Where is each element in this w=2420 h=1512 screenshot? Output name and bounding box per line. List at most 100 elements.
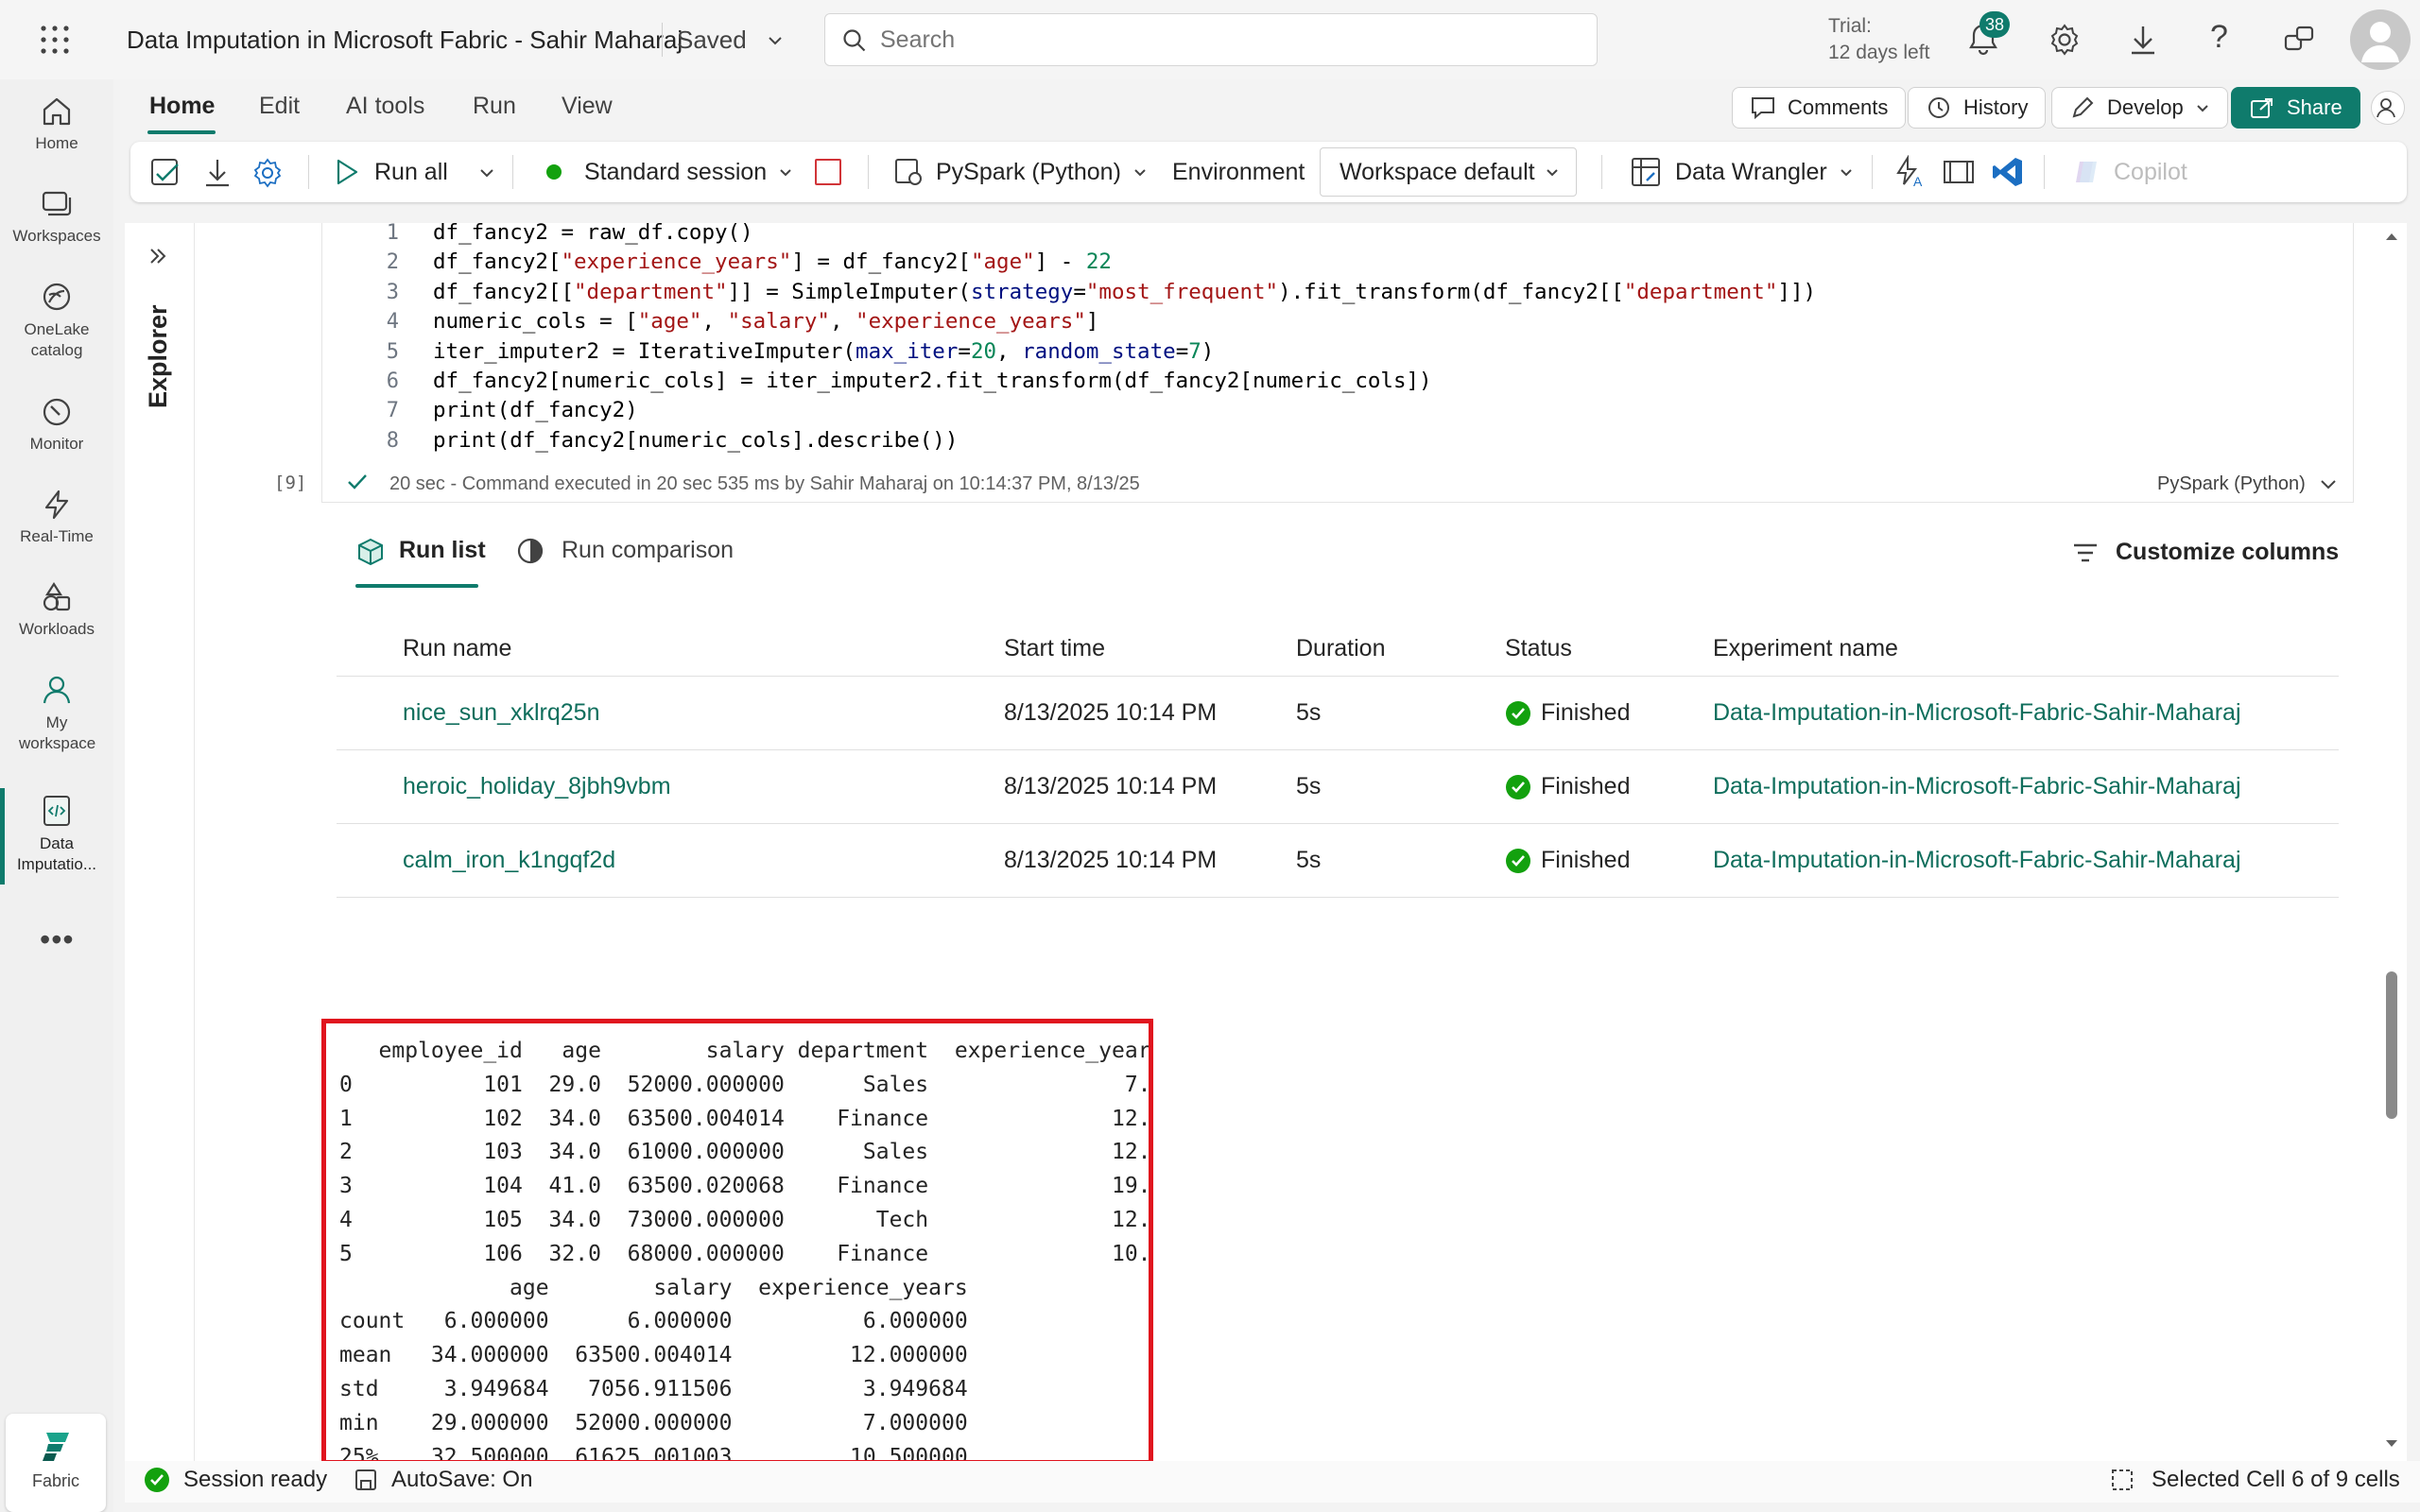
status: Finished (1505, 847, 1631, 874)
tab-run-list[interactable]: Run list (355, 537, 486, 590)
expand-chevrons-icon[interactable] (146, 244, 170, 268)
tab-run[interactable]: Run (473, 93, 516, 120)
code-line[interactable]: df_fancy2[["department"]] = SimpleImpute… (433, 280, 1816, 304)
experiment-link[interactable]: Data-Imputation-in-Microsoft-Fabric-Sahi… (1713, 773, 2241, 800)
download-icon[interactable] (202, 157, 233, 189)
line-number: 1 (386, 221, 399, 245)
home-icon (43, 97, 71, 126)
language-selector[interactable]: PySpark (Python) (892, 142, 1148, 202)
customize-columns-button[interactable]: Customize columns (2072, 539, 2339, 566)
saved-status[interactable]: Saved (677, 26, 785, 55)
session-selector[interactable]: Standard session (546, 142, 793, 202)
code-line[interactable]: print(df_fancy2) (433, 398, 638, 422)
ribbon-toolbar: Run all Standard session PySpark (Python… (130, 142, 2407, 202)
column-header-run-name[interactable]: Run name (403, 635, 511, 662)
search-box[interactable] (824, 13, 1598, 66)
run-all-button[interactable]: Run all (335, 142, 448, 202)
code-line[interactable]: print(df_fancy2[numeric_cols].describe()… (433, 428, 958, 453)
copilot-icon (2076, 162, 2097, 182)
data-wrangler-icon (1632, 158, 1660, 186)
tab-view[interactable]: View (562, 93, 613, 120)
code-line[interactable]: df_fancy2[numeric_cols] = iter_imputer2.… (433, 369, 1432, 393)
code-line[interactable]: df_fancy2["experience_years"] = df_fancy… (433, 249, 1112, 274)
more-icon[interactable]: ••• (40, 922, 75, 957)
notebook-icon (43, 796, 70, 826)
help-icon[interactable]: ? (2210, 19, 2228, 56)
experiment-link[interactable]: Data-Imputation-in-Microsoft-Fabric-Sahi… (1713, 847, 2241, 874)
code-line[interactable]: numeric_cols = ["age", "salary", "experi… (433, 309, 1098, 334)
lightning-a-icon[interactable]: A (1893, 155, 1927, 189)
user-avatar[interactable] (2350, 9, 2411, 70)
share-icon (2251, 98, 2273, 118)
code-line[interactable]: iter_imputer2 = IterativeImputer(max_ite… (433, 339, 1214, 364)
run-name-link[interactable]: calm_iron_k1ngqf2d (403, 847, 615, 874)
rail-item-real-time[interactable]: Real-Time (0, 488, 113, 546)
notifications-button[interactable]: 38 (1966, 11, 2010, 59)
explorer-panel-collapsed[interactable]: Explorer (125, 223, 195, 1461)
run-name-link[interactable]: nice_sun_xklrq25n (403, 699, 599, 727)
code-line[interactable]: df_fancy2 = raw_df.copy() (433, 220, 753, 245)
feedback-icon[interactable] (2282, 23, 2316, 57)
copilot-button[interactable]: Copilot (2070, 142, 2187, 202)
notebook-settings-icon[interactable] (149, 157, 183, 189)
film-frame-icon[interactable] (1942, 157, 1976, 187)
experiment-link[interactable]: Data-Imputation-in-Microsoft-Fabric-Sahi… (1713, 699, 2241, 727)
tab-ai-tools[interactable]: AI tools (346, 93, 424, 120)
environment-selector[interactable]: Workspace default (1320, 147, 1577, 197)
rail-item-monitor[interactable]: Monitor (0, 395, 113, 454)
chevron-down-icon (2197, 105, 2208, 112)
gear-icon[interactable] (251, 157, 284, 189)
table-row[interactable]: calm_iron_k1ngqf2d 8/13/2025 10:14 PM 5s… (337, 824, 2339, 898)
person-icon (43, 676, 71, 704)
tab-home[interactable]: Home (149, 93, 215, 120)
session-status[interactable]: Session ready (144, 1467, 327, 1493)
run-all-chevron-icon[interactable] (478, 164, 495, 181)
rail-item-my-workspace[interactable]: My workspace (0, 673, 113, 754)
vscode-icon[interactable] (1991, 155, 2025, 189)
rail-item-home[interactable]: Home (0, 94, 113, 153)
rail-item-workspaces[interactable]: Workspaces (0, 187, 113, 246)
rail-item-current-notebook[interactable]: Data Imputatio... (0, 794, 113, 875)
notification-badge: 38 (1979, 11, 2010, 38)
tab-edit[interactable]: Edit (259, 93, 300, 120)
settings-gear-icon[interactable] (2048, 23, 2082, 57)
stop-session-button[interactable] (815, 159, 841, 185)
cell-output-text: employee_id age salary department experi… (339, 1039, 1153, 1465)
tab-run-comparison[interactable]: Run comparison (516, 537, 734, 565)
data-wrangler-button[interactable]: Data Wrangler (1630, 142, 1854, 202)
trial-info[interactable]: Trial: 12 days left (1828, 13, 1929, 66)
download-icon[interactable] (2127, 23, 2159, 57)
develop-button[interactable]: Develop (2051, 87, 2228, 129)
search-icon (843, 29, 866, 52)
comments-button[interactable]: Comments (1732, 87, 1907, 129)
app-launcher-icon[interactable] (40, 25, 70, 55)
collaborators-icon[interactable] (2371, 91, 2405, 125)
scrollbar-thumb[interactable] (2386, 971, 2397, 1119)
table-row[interactable]: nice_sun_xklrq25n 8/13/2025 10:14 PM 5s … (337, 677, 2339, 750)
rail-item-workloads[interactable]: Workloads (0, 580, 113, 639)
column-header-duration[interactable]: Duration (1296, 635, 1386, 662)
autosave-status[interactable]: AutoSave: On (354, 1467, 532, 1493)
table-row[interactable]: heroic_holiday_8jbh9vbm 8/13/2025 10:14 … (337, 750, 2339, 824)
half-circle-icon (517, 538, 544, 564)
cell-language-selector[interactable]: PySpark (Python) (2157, 473, 2338, 495)
share-button[interactable]: Share (2231, 87, 2360, 129)
check-circle-icon (145, 1468, 169, 1492)
check-circle-icon (1506, 848, 1530, 873)
line-number: 5 (386, 339, 399, 364)
rail-item-onelake-catalog[interactable]: OneLake catalog (0, 280, 113, 361)
scroll-up-arrow-icon[interactable] (2384, 231, 2399, 242)
column-header-status[interactable]: Status (1505, 635, 1572, 662)
comment-icon (1752, 97, 1774, 120)
pyspark-icon (895, 159, 922, 185)
column-header-start-time[interactable]: Start time (1004, 635, 1105, 662)
run-name-link[interactable]: heroic_holiday_8jbh9vbm (403, 773, 671, 800)
column-header-experiment-name[interactable]: Experiment name (1713, 635, 1898, 662)
vertical-scrollbar[interactable] (2380, 227, 2403, 1455)
fabric-switcher[interactable]: Fabric (6, 1414, 106, 1512)
notebook-title[interactable]: Data Imputation in Microsoft Fabric - Sa… (127, 26, 683, 55)
history-button[interactable]: History (1908, 87, 2047, 129)
line-number: 6 (386, 369, 399, 393)
scroll-down-arrow-icon[interactable] (2384, 1438, 2399, 1450)
search-input[interactable] (878, 24, 1578, 56)
